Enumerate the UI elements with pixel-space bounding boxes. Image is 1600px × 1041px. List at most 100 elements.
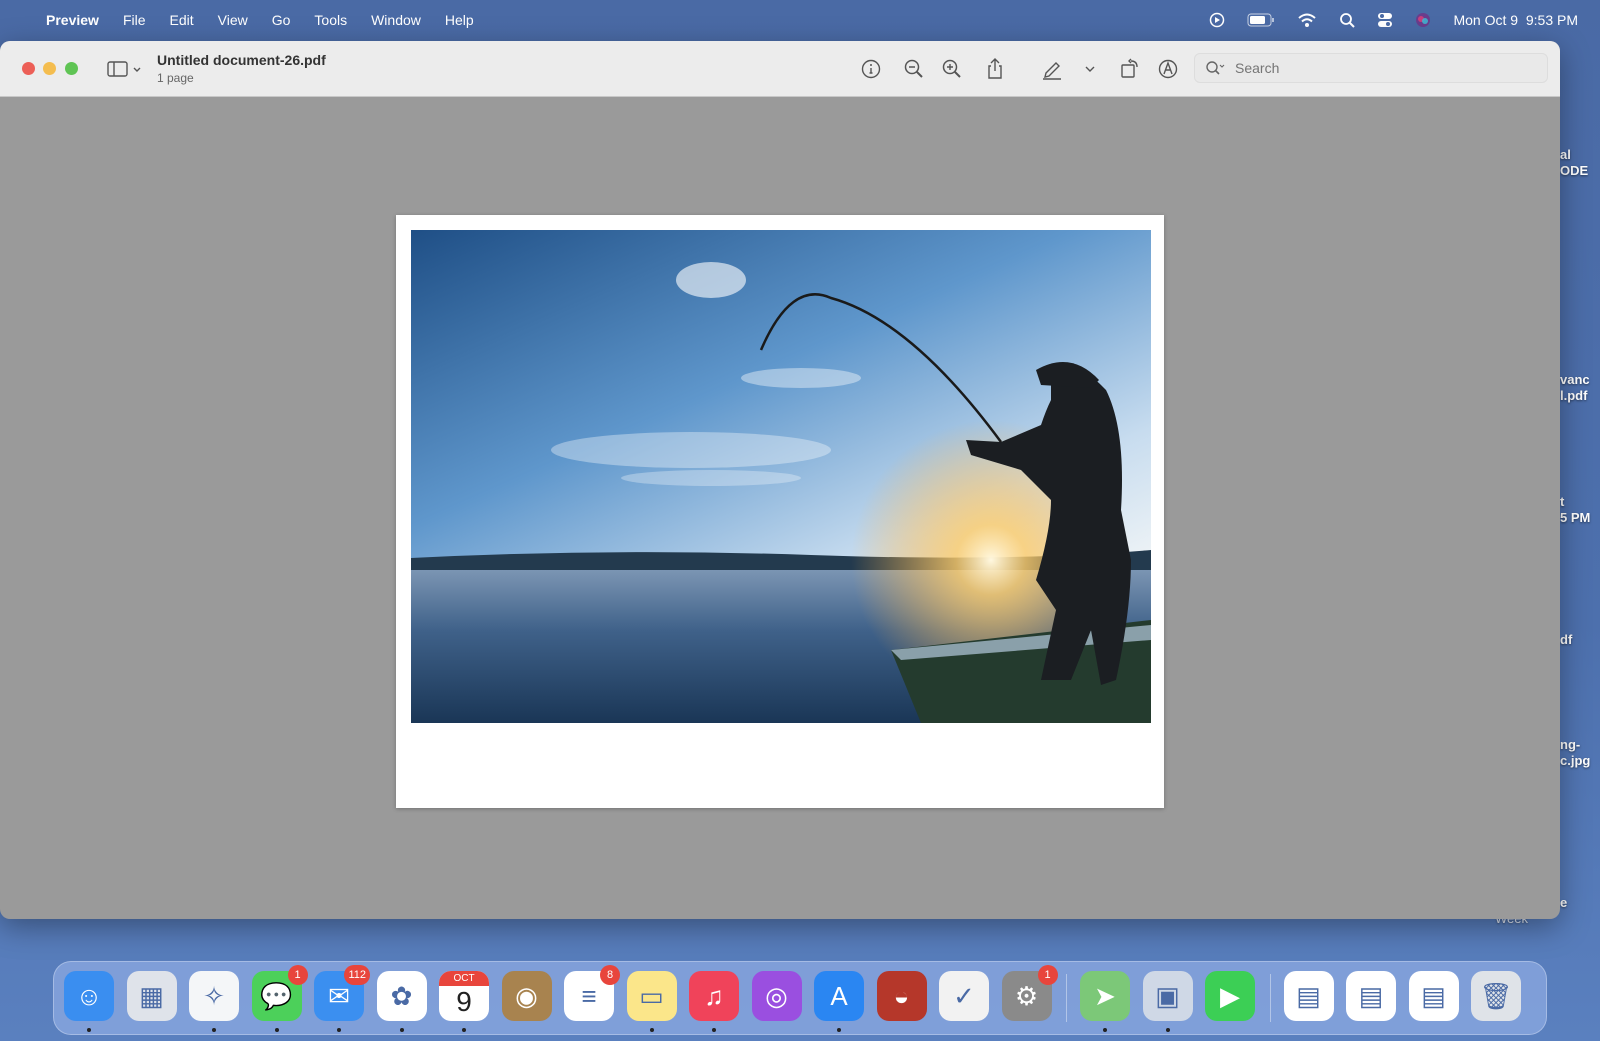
label-line: 5 PM xyxy=(1560,510,1591,525)
running-indicator xyxy=(837,1028,841,1032)
label-line: e xyxy=(1560,895,1568,910)
dock-item-recent-document-3[interactable]: ▤ xyxy=(1408,971,1459,1021)
trash-icon: 🗑 xyxy=(1479,980,1513,1011)
mail-icon: ✉ xyxy=(328,980,350,1011)
dock-item-preview[interactable]: ▣ xyxy=(1142,971,1193,1032)
annotate-button[interactable] xyxy=(1154,55,1182,83)
menu-app-name[interactable]: Preview xyxy=(46,12,99,28)
dock-item-calendar[interactable]: OCT 9 xyxy=(439,971,489,1032)
photos-icon: ✿ xyxy=(390,980,413,1011)
zoom-out-icon xyxy=(904,59,923,78)
date: Mon Oct 9 xyxy=(1453,12,1519,28)
desktop-file-label[interactable]: t5 PM xyxy=(1560,494,1590,526)
dock-separator xyxy=(1269,974,1271,1022)
dock-item-paprika[interactable]: ◒ xyxy=(876,971,927,1021)
desktop-file-label[interactable]: vanc l.pdf xyxy=(1560,372,1590,404)
menu-go[interactable]: Go xyxy=(272,12,291,28)
search-input[interactable] xyxy=(1235,60,1535,76)
menu-help[interactable]: Help xyxy=(445,12,474,28)
document-title: Untitled document-26.pdf xyxy=(157,52,326,68)
markup-menu-button[interactable] xyxy=(1077,55,1103,83)
reminders-icon: ≡ xyxy=(581,980,597,1011)
safari-icon: ✧ xyxy=(203,980,225,1011)
annotate-icon xyxy=(1158,59,1178,79)
label-line: al xyxy=(1560,147,1571,162)
label-line: vanc xyxy=(1560,372,1590,387)
dock-item-app-store[interactable]: A xyxy=(814,971,864,1032)
running-indicator xyxy=(399,1028,404,1032)
dock-item-photos[interactable]: ✿ xyxy=(376,971,427,1032)
fishing-photo xyxy=(411,230,1151,723)
rotate-button[interactable] xyxy=(1116,55,1144,83)
menu-file[interactable]: File xyxy=(123,12,146,28)
messages-icon: 💬 xyxy=(260,980,293,1011)
menu-tools[interactable]: Tools xyxy=(314,12,347,28)
wifi-icon[interactable] xyxy=(1297,13,1317,28)
info-button[interactable] xyxy=(857,55,885,83)
dock-item-facetime[interactable]: ▶ xyxy=(1205,971,1255,1021)
dock-item-recent-document-1[interactable]: ▤ xyxy=(1283,971,1334,1021)
control-center-icon[interactable] xyxy=(1377,12,1393,28)
spotlight-icon[interactable] xyxy=(1339,12,1356,28)
podcasts-icon: ◎ xyxy=(765,980,788,1011)
running-indicator xyxy=(462,1028,466,1032)
dock-item-podcasts[interactable]: ◎ xyxy=(751,971,802,1021)
page-count: 1 page xyxy=(157,71,194,85)
search-field[interactable] xyxy=(1194,53,1548,83)
desktop-file-label[interactable]: df xyxy=(1560,632,1572,648)
dock-item-script-editor[interactable]: ✓ xyxy=(939,971,989,1021)
dock-item-messages[interactable]: 💬 1 xyxy=(251,965,308,1032)
pdf-page xyxy=(396,215,1164,808)
menu-edit[interactable]: Edit xyxy=(170,12,194,28)
desktop-file-label[interactable]: al ODE xyxy=(1560,147,1588,179)
markup-button[interactable] xyxy=(1038,55,1066,83)
chevron-down-icon xyxy=(1085,66,1095,72)
notification-badge: 1 xyxy=(1037,965,1058,985)
sidebar-icon xyxy=(107,61,141,77)
info-icon xyxy=(861,59,881,79)
dock-item-music[interactable]: ♫ xyxy=(689,971,739,1032)
dock-item-finder[interactable]: ☺ xyxy=(64,971,114,1032)
desktop-file-label[interactable]: ng-c.jpg xyxy=(1560,737,1590,769)
sidebar-toggle-button[interactable] xyxy=(104,55,146,83)
dock-item-recent-document-2[interactable]: ▤ xyxy=(1346,971,1396,1021)
dock-item-reminders[interactable]: ≡ 8 xyxy=(564,965,620,1021)
dock-item-safari[interactable]: ✧ xyxy=(189,971,239,1032)
zoom-out-button[interactable] xyxy=(900,55,928,83)
menu-bar-clock[interactable]: Mon Oct 9 9:53 PM xyxy=(1453,12,1578,28)
share-icon xyxy=(988,58,1002,79)
dock-item-launchpad[interactable]: ▦ xyxy=(126,971,177,1021)
search-icon xyxy=(1206,61,1225,75)
dock-item-maps[interactable]: ➤ xyxy=(1080,971,1130,1032)
time: 9:53 PM xyxy=(1525,12,1578,28)
close-button[interactable] xyxy=(22,62,35,75)
app-store-icon: A xyxy=(830,980,848,1011)
recent-document-2-icon: ▤ xyxy=(1358,980,1384,1011)
screen-record-icon[interactable] xyxy=(1209,12,1225,28)
siri-icon[interactable] xyxy=(1415,12,1431,28)
menu-window[interactable]: Window xyxy=(371,12,421,28)
share-button[interactable] xyxy=(981,55,1009,83)
notification-badge: 1 xyxy=(287,965,308,985)
label-line: c.jpg xyxy=(1560,753,1591,768)
notes-icon: ▭ xyxy=(639,980,664,1011)
dock-item-contacts[interactable]: ◉ xyxy=(501,971,552,1021)
zoom-button[interactable] xyxy=(65,62,78,75)
menu-view[interactable]: View xyxy=(218,12,248,28)
recent-document-1-icon: ▤ xyxy=(1296,980,1321,1011)
battery-icon[interactable] xyxy=(1247,13,1275,27)
dock-separator xyxy=(1066,974,1067,1022)
label-line: l.pdf xyxy=(1560,388,1588,403)
notification-badge: 112 xyxy=(344,965,370,985)
dock-item-system-settings[interactable]: ⚙ 1 xyxy=(1001,965,1058,1021)
dock-item-mail[interactable]: ✉ 112 xyxy=(314,965,370,1032)
dock-item-notes[interactable]: ▭ xyxy=(626,971,677,1032)
dock-item-trash[interactable]: 🗑 xyxy=(1471,971,1521,1021)
running-indicator xyxy=(649,1028,654,1032)
music-icon: ♫ xyxy=(704,980,724,1011)
label-line: ODE xyxy=(1560,163,1589,178)
label-line: df xyxy=(1560,632,1573,647)
zoom-in-button[interactable] xyxy=(938,55,966,83)
label-line: t xyxy=(1560,494,1565,509)
minimize-button[interactable] xyxy=(43,62,56,75)
